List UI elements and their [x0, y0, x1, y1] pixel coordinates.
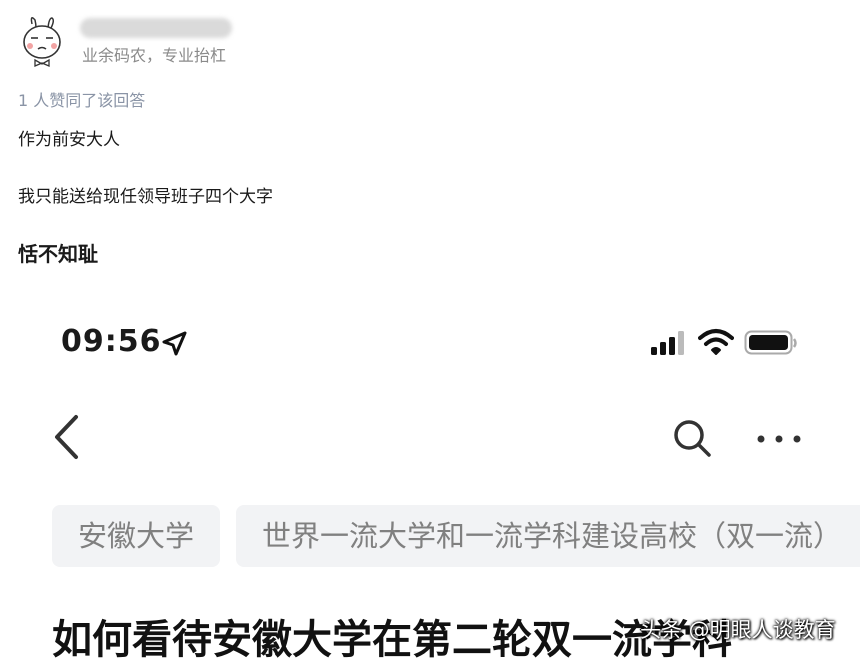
- embedded-phone-screenshot: 09:56 安徽大学 世界一流大学和一流学科建设高校（双一流） 如何看待安徽大学…: [0, 300, 860, 658]
- status-time: 09:56: [61, 324, 162, 359]
- wifi-icon: [698, 328, 734, 360]
- author-bio: 业余码农，专业抬杠: [82, 46, 227, 65]
- avatar[interactable]: [18, 16, 66, 68]
- battery-icon: [744, 330, 798, 360]
- vote-count: 1 人赞同了该回答: [18, 91, 146, 110]
- answer-paragraph: 我只能送给现任领导班子四个大字: [18, 187, 273, 207]
- search-icon[interactable]: [672, 418, 712, 462]
- author-name-redacted[interactable]: [80, 18, 232, 38]
- topic-tag[interactable]: 安徽大学: [52, 505, 220, 567]
- watermark: 头条 @明眼人谈教育: [640, 618, 836, 642]
- answer-paragraph: 作为前安大人: [18, 130, 120, 150]
- answer-paragraph-bold: 恬不知耻: [18, 242, 98, 266]
- signal-icon: [650, 330, 688, 360]
- location-arrow-icon: [160, 330, 188, 362]
- answer-author-header: 业余码农，专业抬杠: [18, 10, 418, 70]
- back-icon[interactable]: [52, 414, 82, 464]
- topic-tag[interactable]: 世界一流大学和一流学科建设高校（双一流）: [236, 505, 860, 567]
- question-title[interactable]: 如何看待安徽大学在第二轮双一流学科: [52, 607, 732, 658]
- more-icon[interactable]: [756, 430, 802, 449]
